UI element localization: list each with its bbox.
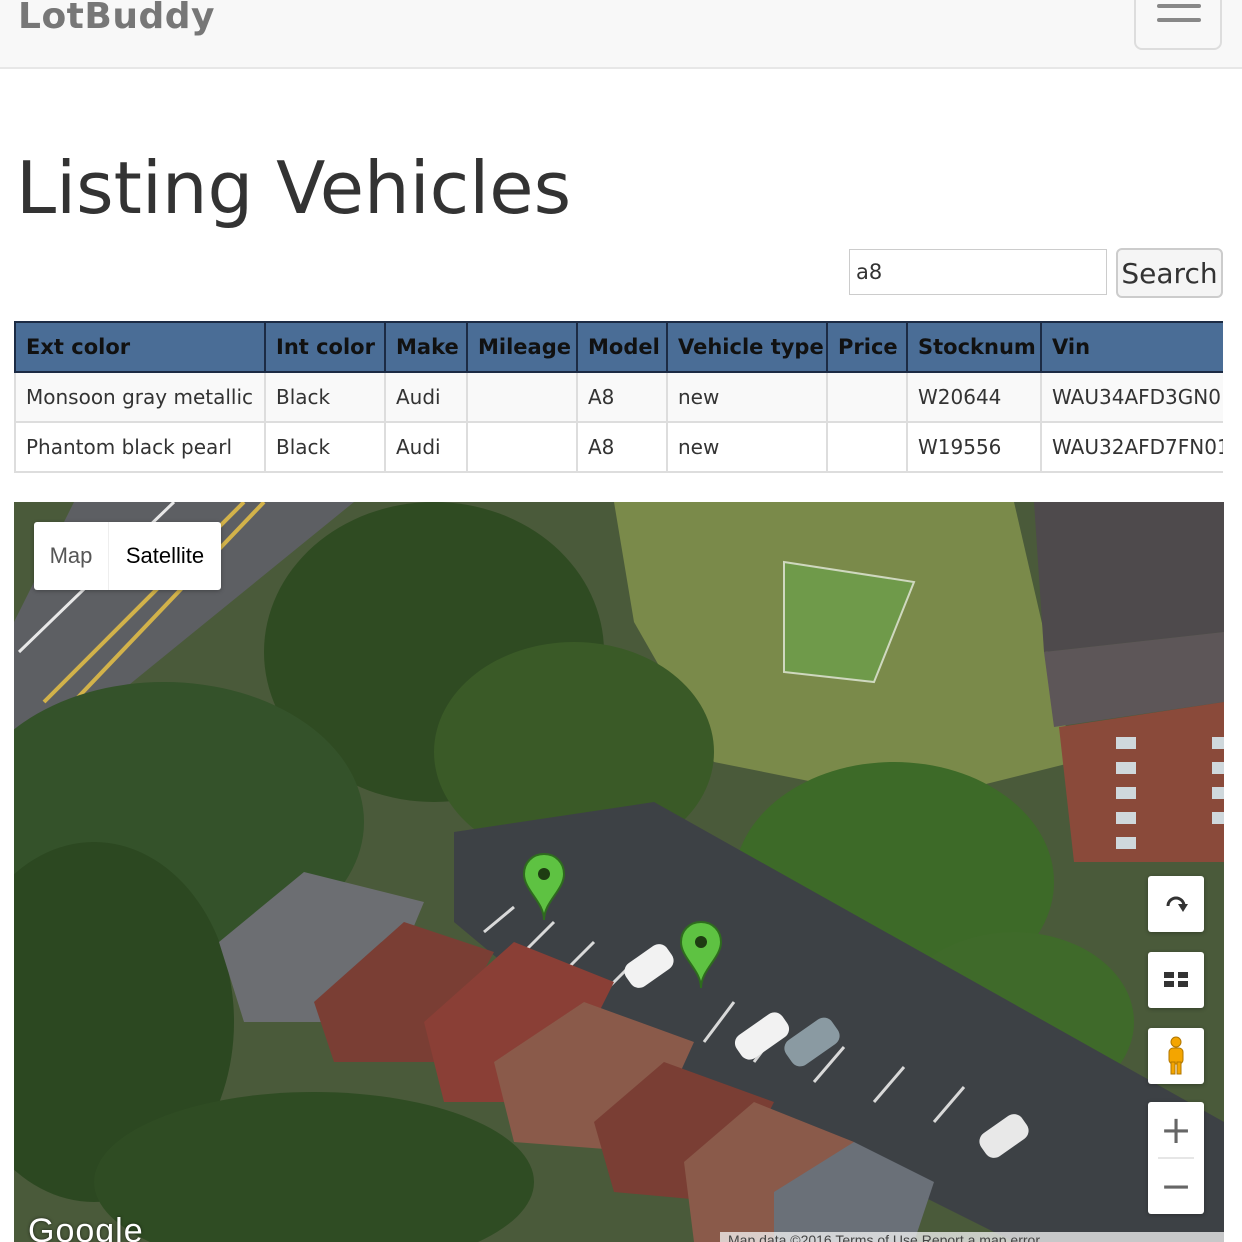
rotate-icon bbox=[1166, 896, 1188, 912]
navbar-toggle-button[interactable] bbox=[1134, 0, 1222, 50]
pegman-icon bbox=[1168, 1036, 1184, 1075]
vehicles-table: Ext color Int color Make Mileage Model V… bbox=[14, 321, 1223, 473]
search-button[interactable]: Search bbox=[1116, 248, 1223, 298]
cell-make: Audi bbox=[384, 371, 468, 423]
vehicles-table-container: Ext color Int color Make Mileage Model V… bbox=[14, 321, 1223, 473]
cell-model: A8 bbox=[576, 371, 668, 423]
satellite-imagery bbox=[14, 502, 1224, 1242]
page-title: Listing Vehicles bbox=[16, 146, 572, 230]
cell-price bbox=[826, 371, 908, 423]
cell-int-color: Black bbox=[264, 421, 386, 473]
cell-ext-color: Phantom black pearl bbox=[14, 421, 266, 473]
zoom-in-button[interactable]: + bbox=[1148, 1102, 1204, 1158]
column-header: Stocknum bbox=[906, 321, 1042, 373]
cell-make: Audi bbox=[384, 421, 468, 473]
cell-price bbox=[826, 421, 908, 473]
cell-ext-color: Monsoon gray metallic bbox=[14, 371, 266, 423]
cell-vin: WAU32AFD7FN01 bbox=[1040, 421, 1223, 473]
cell-vehicle-type: new bbox=[666, 371, 828, 423]
map-type-satellite-button[interactable]: Satellite bbox=[109, 522, 221, 590]
cell-mileage bbox=[466, 371, 578, 423]
column-header: Vehicle type bbox=[666, 321, 828, 373]
cell-stocknum: W20644 bbox=[906, 371, 1042, 423]
cell-vin: WAU34AFD3GN0 bbox=[1040, 371, 1223, 423]
map-attribution[interactable]: Map data ©2016 Terms of Use Report a map… bbox=[720, 1232, 1224, 1242]
column-header: Price bbox=[826, 321, 908, 373]
brand-logo[interactable]: LotBuddy bbox=[18, 0, 215, 37]
column-header: Make bbox=[384, 321, 468, 373]
street-view-button[interactable] bbox=[1148, 1028, 1204, 1084]
search-input[interactable] bbox=[849, 249, 1107, 295]
table-header-row: Ext color Int color Make Mileage Model V… bbox=[14, 321, 1223, 373]
map-view[interactable]: Map Satellite + − Google Map data ©2016 … bbox=[14, 502, 1224, 1242]
column-header: Ext color bbox=[14, 321, 266, 373]
tilt-button[interactable] bbox=[1148, 952, 1204, 1008]
rotate-button[interactable] bbox=[1148, 876, 1204, 932]
cell-model: A8 bbox=[576, 421, 668, 473]
table-row[interactable]: Phantom black pearl Black Audi A8 new W1… bbox=[14, 421, 1223, 473]
map-marker-icon[interactable] bbox=[679, 920, 723, 990]
table-row[interactable]: Monsoon gray metallic Black Audi A8 new … bbox=[14, 371, 1223, 423]
cell-mileage bbox=[466, 421, 578, 473]
column-header: Int color bbox=[264, 321, 386, 373]
hamburger-menu-icon bbox=[1157, 4, 1201, 8]
cell-stocknum: W19556 bbox=[906, 421, 1042, 473]
column-header: Mileage bbox=[466, 321, 578, 373]
map-type-map-button[interactable]: Map bbox=[34, 522, 109, 590]
cell-int-color: Black bbox=[264, 371, 386, 423]
hamburger-menu-icon-bar bbox=[1157, 18, 1201, 22]
tilt-3d-icon bbox=[1164, 972, 1188, 987]
cell-vehicle-type: new bbox=[666, 421, 828, 473]
zoom-out-button[interactable]: − bbox=[1148, 1158, 1204, 1214]
zoom-control: + − bbox=[1148, 1102, 1204, 1214]
column-header: Model bbox=[576, 321, 668, 373]
navbar: LotBuddy bbox=[0, 0, 1242, 69]
google-logo: Google bbox=[28, 1212, 144, 1242]
column-header: Vin bbox=[1040, 321, 1223, 373]
map-type-control: Map Satellite bbox=[34, 522, 221, 590]
map-marker-icon[interactable] bbox=[522, 852, 566, 922]
